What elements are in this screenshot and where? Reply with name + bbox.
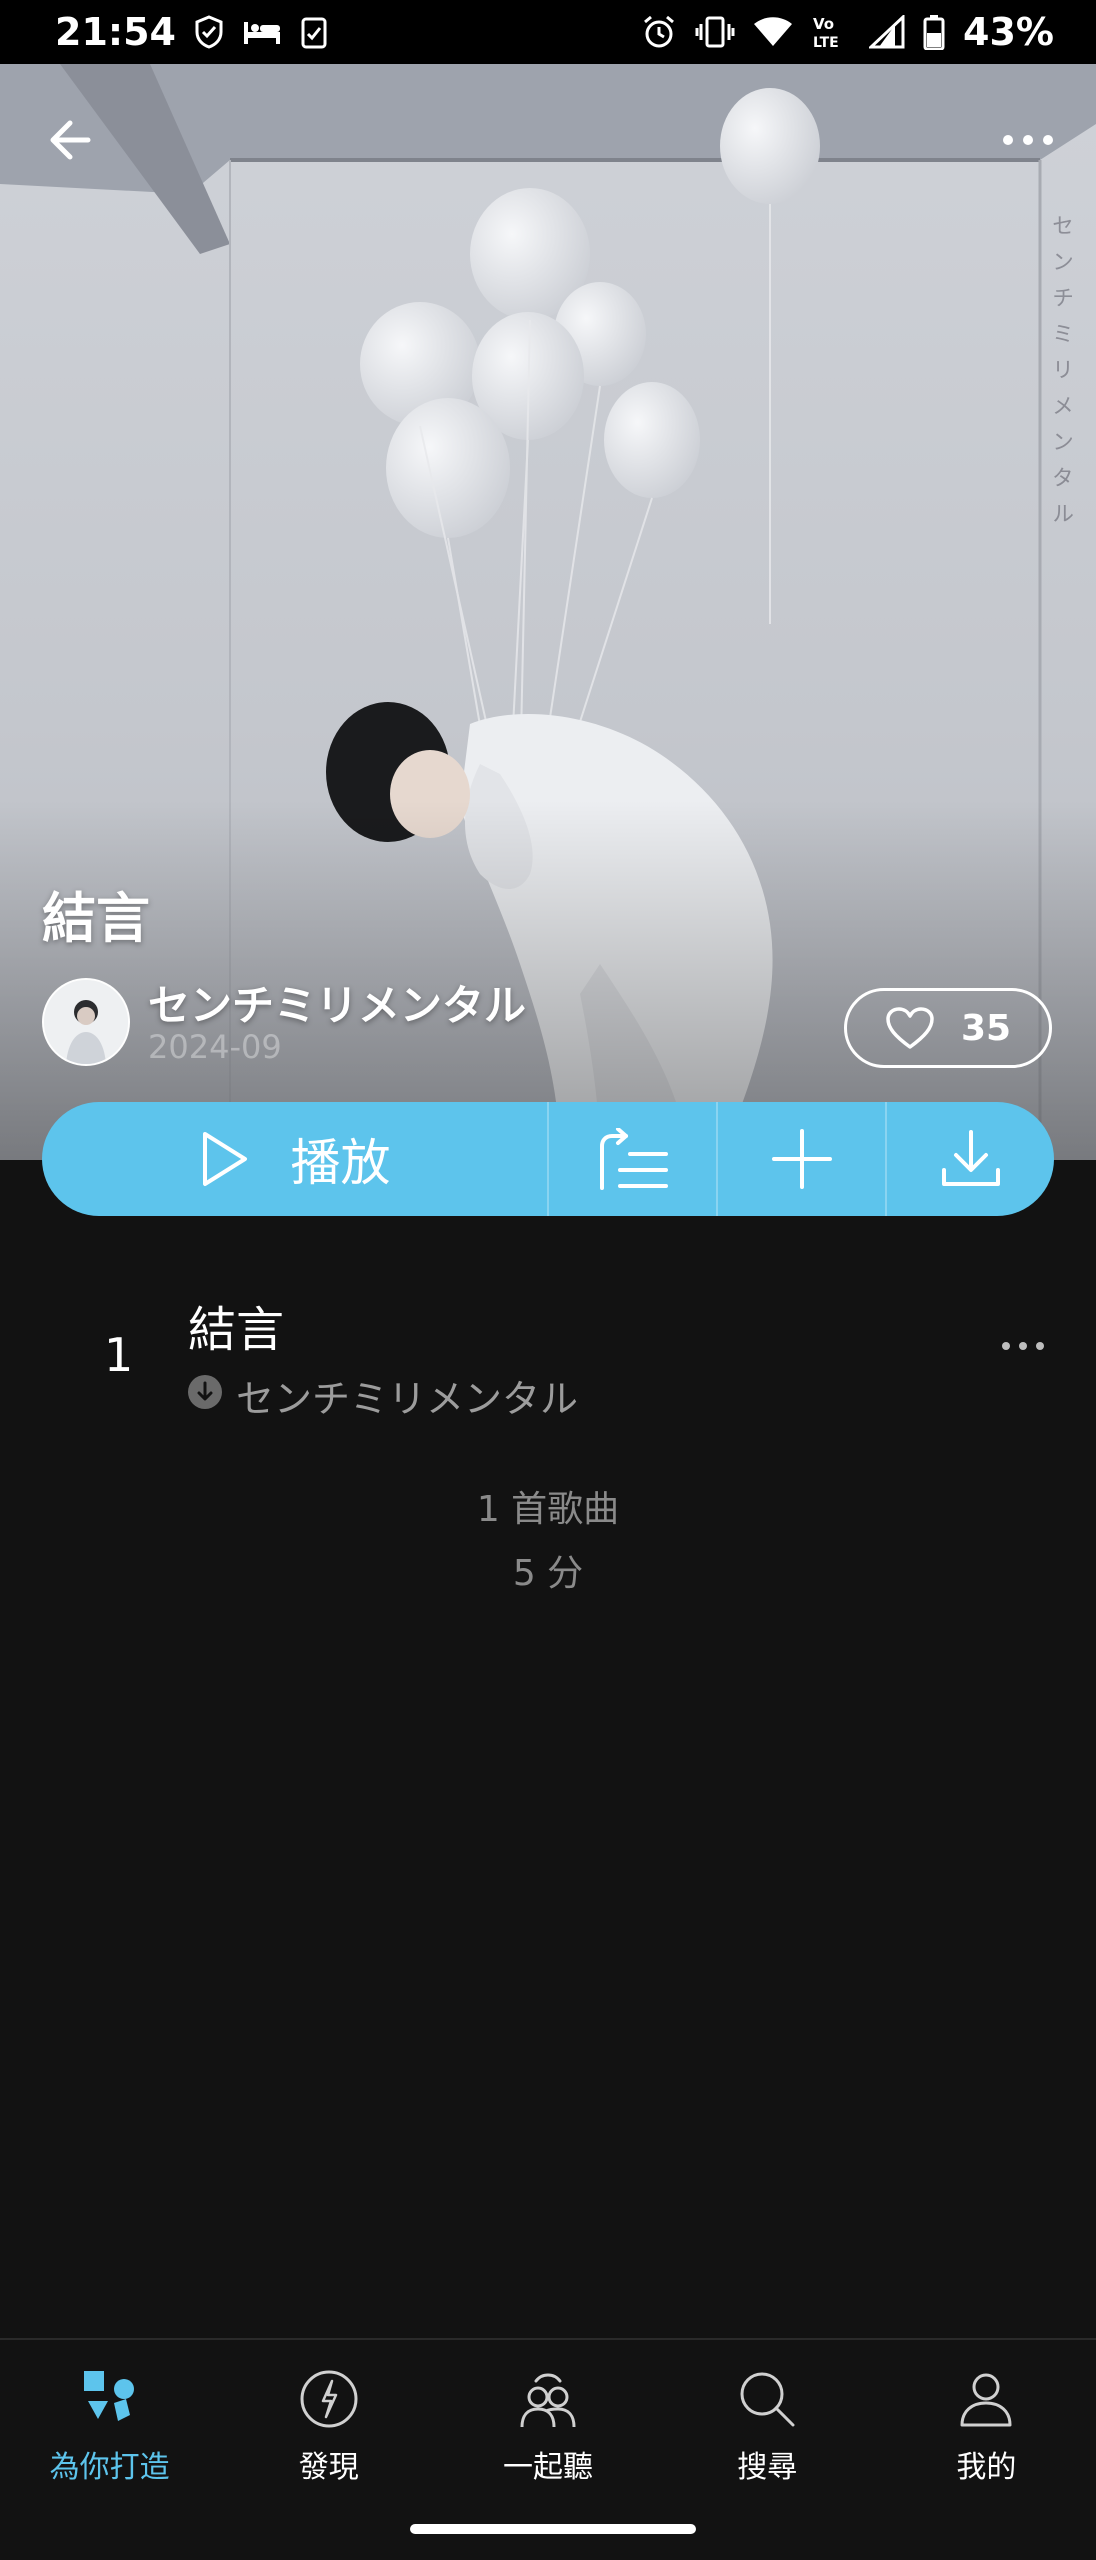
nav-profile[interactable]: 我的	[877, 2340, 1096, 2500]
track-title: 結言	[188, 1302, 285, 1358]
shield-icon	[194, 15, 224, 49]
play-button[interactable]: 播放	[42, 1102, 549, 1216]
more-horizontal-icon	[1003, 135, 1053, 145]
nav-label-profile: 我的	[956, 2450, 1017, 2485]
status-left: 21:54	[55, 10, 328, 54]
album-page: 21:54 Vo LTE 43% センチミリメンタル 結言 センチミリメンタル …	[0, 0, 1096, 2560]
arrow-left-icon	[50, 120, 91, 160]
profile-icon	[951, 2364, 1021, 2434]
battery-percent: 43%	[963, 10, 1054, 54]
track-row[interactable]: 1 結言 センチミリメンタル	[0, 1280, 1096, 1430]
download-button[interactable]	[887, 1102, 1054, 1216]
total-duration: 5 分	[512, 1553, 584, 1594]
more-horizontal-icon	[1002, 1342, 1044, 1350]
search-icon	[732, 2364, 802, 2434]
status-right: Vo LTE 43%	[641, 10, 1054, 54]
track-number: 1	[104, 1328, 134, 1382]
track-artist: センチミリメンタル	[236, 1377, 579, 1421]
nav-label-search: 搜尋	[737, 2450, 798, 2485]
nav-label-discover: 發現	[298, 2450, 359, 2485]
action-bar: 播放	[42, 1102, 1054, 1216]
nav-listen-together[interactable]: 一起聽	[438, 2340, 657, 2500]
more-options-button[interactable]	[996, 120, 1060, 160]
downloaded-icon	[187, 1374, 223, 1410]
status-time: 21:54	[55, 10, 176, 54]
track-more-button[interactable]	[998, 1334, 1048, 1358]
heart-icon	[886, 1007, 934, 1049]
nav-label-listen-together: 一起聽	[503, 2450, 593, 2485]
play-label: 播放	[290, 1134, 391, 1192]
artist-avatar[interactable]	[42, 978, 130, 1066]
add-to-queue-button[interactable]	[549, 1102, 718, 1216]
cell-signal-icon	[869, 15, 905, 49]
release-date: 2024-09	[148, 1028, 282, 1066]
download-icon	[941, 1130, 1000, 1186]
album-title: 結言	[42, 887, 150, 950]
cover-vertical-text: センチミリメンタル	[1048, 214, 1073, 538]
artist-name[interactable]: センチミリメンタル	[148, 972, 526, 1033]
for-you-icon	[75, 2364, 145, 2434]
listen-together-icon	[513, 2364, 583, 2434]
status-bar: 21:54 Vo LTE 43%	[0, 0, 1096, 64]
avatar-image	[44, 980, 128, 1064]
nav-for-you[interactable]: 為你打造	[0, 2340, 219, 2500]
wifi-icon	[753, 16, 793, 48]
battery-icon	[923, 14, 945, 50]
compass-icon	[294, 2364, 364, 2434]
queue-icon	[599, 1128, 668, 1190]
song-count: 1 首歌曲	[476, 1489, 620, 1530]
svg-text:Vo: Vo	[813, 15, 834, 33]
nav-discover[interactable]: 發現	[219, 2340, 438, 2500]
add-to-playlist-button[interactable]	[718, 1102, 887, 1216]
bed-icon	[242, 18, 282, 46]
nav-label-for-you: 為你打造	[49, 2450, 170, 2485]
vibrate-icon	[695, 15, 735, 49]
plus-icon	[771, 1129, 832, 1189]
album-cover-hero: センチミリメンタル 結言 センチミリメンタル 2024-09 35	[0, 64, 1096, 1160]
svg-text:LTE: LTE	[813, 35, 839, 50]
clipboard-check-icon	[300, 15, 328, 49]
like-count: 35	[960, 1007, 1012, 1049]
nav-search[interactable]: 搜尋	[658, 2340, 877, 2500]
like-button[interactable]: 35	[844, 988, 1052, 1068]
back-button[interactable]	[44, 110, 104, 170]
play-icon	[202, 1132, 247, 1186]
alarm-icon	[641, 14, 677, 50]
bottom-navigation: 為你打造 發現 一起聽 搜尋 我的	[0, 2338, 1096, 2500]
home-indicator[interactable]	[410, 2524, 696, 2534]
volte-icon: Vo LTE	[811, 14, 851, 50]
